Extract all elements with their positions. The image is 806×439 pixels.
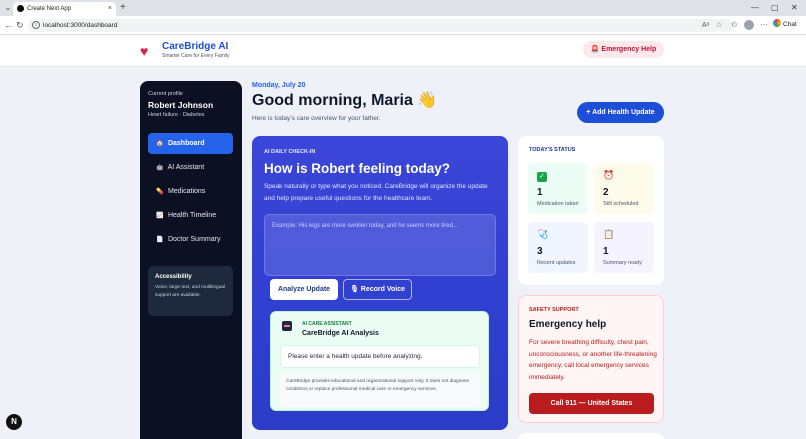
back-arrow-icon[interactable]: ← — [4, 19, 13, 31]
profile-label: Current profile — [148, 91, 183, 97]
next-card-peek — [518, 433, 664, 439]
safety-title: Emergency help — [529, 319, 607, 330]
chat-label: Chat — [783, 21, 797, 28]
add-health-update-button[interactable]: + Add Health Update — [577, 102, 664, 123]
maximize-icon[interactable]: ▢ — [771, 1, 779, 15]
page-title: Good morning, Maria 👋 — [252, 92, 438, 109]
analysis-eyebrow: AI CARE ASSISTANT — [302, 321, 352, 327]
sidebar-item-label: Doctor Summary — [167, 236, 221, 243]
analysis-message: Please enter a health update before anal… — [280, 345, 480, 368]
current-date: Monday, July 20 — [252, 82, 306, 89]
chart-icon: 📈 — [156, 213, 164, 219]
page-subtitle: Here is today’s care overview for your f… — [252, 115, 381, 122]
site-info-icon[interactable]: i — [32, 21, 40, 29]
copilot-chat-button[interactable]: Chat — [773, 19, 797, 31]
heart-logo-icon: ♥ — [140, 43, 149, 59]
status-tile-medication-taken: ✓ 1 Medication taken — [528, 163, 588, 214]
record-voice-button[interactable]: 🎙 Record Voice — [343, 279, 412, 300]
status-title: TODAY'S STATUS — [529, 147, 576, 153]
browser-tab-bar: ⌄ Create Next App × + — ▢ ✕ — [0, 0, 806, 16]
house-icon: 🏠 — [156, 141, 164, 147]
alarm-clock-icon: ⏰ — [603, 170, 615, 180]
sidebar-item-label: Health Timeline — [167, 212, 217, 219]
browser-tab[interactable]: Create Next App × — [13, 2, 116, 16]
sidebar-item-label: Medications — [167, 188, 206, 195]
check-icon: ✓ — [537, 170, 547, 182]
status-tile-recent-updates: 🩺 3 Recent updates — [528, 222, 588, 273]
nextjs-dev-badge-icon[interactable]: N — [6, 414, 22, 430]
copilot-icon — [773, 19, 781, 27]
patient-name: Robert Johnson — [148, 100, 214, 110]
safety-eyebrow: SAFETY SUPPORT — [529, 307, 579, 313]
favorites-icon[interactable]: ✩ — [731, 19, 738, 31]
minimize-icon[interactable]: — — [751, 1, 759, 15]
tab-list-chevron-icon[interactable]: ⌄ — [3, 3, 13, 13]
status-value: 1 — [603, 246, 609, 257]
sidebar-item-health-timeline[interactable]: 📈 Health Timeline — [148, 205, 233, 226]
checkin-title: How is Robert feeling today? — [264, 161, 451, 176]
status-label: Medication taken — [537, 201, 579, 207]
nextjs-favicon-icon — [17, 5, 24, 12]
status-label: Still scheduled — [603, 201, 639, 207]
sidebar-item-label: Dashboard — [167, 140, 205, 147]
sidebar-item-label: AI Assistant — [167, 164, 205, 171]
pill-icon: 💊 — [156, 189, 164, 195]
accessibility-card: Accessibility Voice, large text, and mul… — [148, 266, 233, 316]
ai-analysis-card: AI CARE ASSISTANT CareBridge AI Analysis… — [270, 311, 489, 411]
status-value: 1 — [537, 187, 543, 198]
sidebar-item-dashboard[interactable]: 🏠 Dashboard — [148, 133, 233, 154]
safety-support-card: SAFETY SUPPORT Emergency help For severe… — [518, 295, 664, 423]
brand-tagline: Smarter Care for Every Family — [162, 53, 230, 59]
sidebar-item-ai-assistant[interactable]: 🤖 AI Assistant — [148, 157, 233, 178]
accessibility-title: Accessibility — [155, 274, 192, 280]
status-value: 2 — [603, 187, 609, 198]
analyze-update-button[interactable]: Analyze Update — [270, 279, 338, 300]
more-menu-icon[interactable]: ··· — [760, 19, 768, 31]
todays-status-card: TODAY'S STATUS ✓ 1 Medication taken ⏰ 2 … — [518, 136, 664, 285]
favorite-star-icon[interactable]: ☆ — [716, 20, 722, 31]
status-tile-summary-ready: 📋 1 Summary ready — [594, 222, 654, 273]
emergency-help-button[interactable]: 🚨 Emergency Help — [583, 41, 664, 58]
close-window-icon[interactable]: ✕ — [791, 1, 798, 15]
safety-text: For severe breathing difficulty, chest p… — [529, 339, 657, 381]
status-value: 3 — [537, 246, 543, 257]
sidebar-item-medications[interactable]: 💊 Medications — [148, 181, 233, 202]
analysis-title: CareBridge AI Analysis — [302, 330, 379, 337]
daily-checkin-card: AI DAILY CHECK-IN How is Robert feeling … — [252, 136, 508, 430]
document-icon: 📄 — [156, 237, 164, 243]
status-tile-still-scheduled: ⏰ 2 Still scheduled — [594, 163, 654, 214]
stethoscope-icon: 🩺 — [537, 229, 549, 239]
tab-title: Create Next App — [27, 6, 72, 12]
call-911-button[interactable]: Call 911 — United States — [529, 393, 654, 414]
read-aloud-icon[interactable]: Aᵃ — [702, 20, 709, 31]
reload-icon[interactable]: ↻ — [16, 19, 24, 31]
patient-conditions: Heart failure · Diabetes — [148, 112, 205, 118]
url-field[interactable]: i localhost:3000/dashboard Aᵃ ☆ — [28, 19, 733, 32]
sidebar: Current profile Robert Johnson Heart fai… — [140, 81, 242, 439]
url-text[interactable]: localhost:3000/dashboard — [43, 20, 117, 31]
clipboard-icon: 📋 — [603, 229, 615, 239]
status-label: Summary ready — [603, 260, 642, 266]
siren-icon: 🚨 — [590, 46, 600, 53]
checkin-description: Speak naturally or type what you noticed… — [264, 183, 488, 202]
new-tab-button[interactable]: + — [120, 2, 126, 14]
checkin-eyebrow: AI DAILY CHECK-IN — [264, 149, 316, 155]
health-update-input[interactable]: Example: His legs are more swollen today… — [264, 214, 496, 276]
robot-icon — [282, 321, 292, 331]
profile-avatar-icon[interactable] — [744, 20, 754, 30]
accessibility-text: Voice, large text, and multilingual supp… — [155, 285, 226, 298]
sidebar-item-doctor-summary[interactable]: 📄 Doctor Summary — [148, 229, 233, 250]
robot-icon: 🤖 — [156, 165, 164, 171]
analysis-disclaimer: CareBridge provides educational and orga… — [280, 373, 480, 407]
status-label: Recent updates — [537, 260, 576, 266]
app-header: ♥ CareBridge AI Smarter Care for Every F… — [0, 35, 806, 67]
brand-name[interactable]: CareBridge AI — [162, 41, 228, 53]
address-bar: ← ↻ i localhost:3000/dashboard Aᵃ ☆ ✩ ··… — [0, 16, 806, 35]
tab-close-icon[interactable]: × — [108, 4, 112, 14]
emergency-help-label: Emergency Help — [601, 46, 657, 53]
